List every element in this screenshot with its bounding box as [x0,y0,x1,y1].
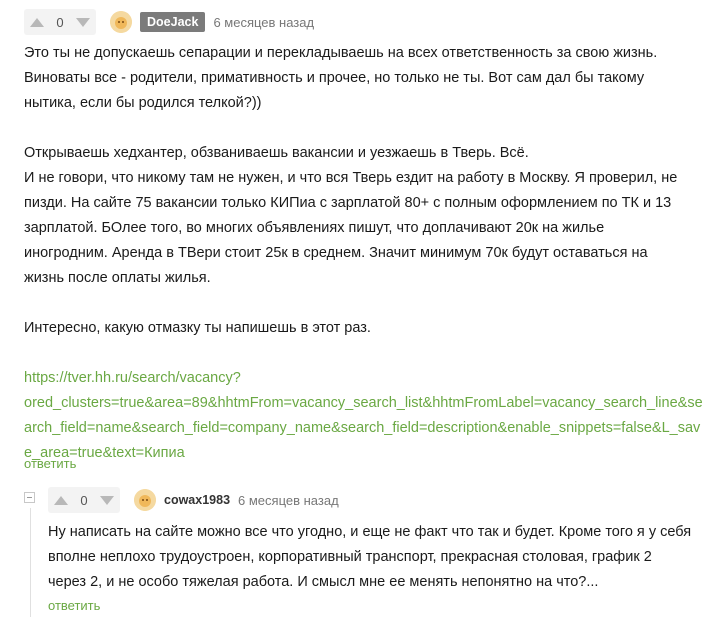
comment-text-line: иногродним. Аренда в ТВери стоит 25к в с… [24,245,648,261]
comment-2-header: 0 cowax1983 6 месяцев назад [48,487,339,513]
author-name[interactable]: DoeJack [140,12,206,32]
downvote-icon[interactable] [99,495,114,505]
comment-text-line: через 2, и не особо тяжелая работа. И см… [48,574,599,590]
comment-text-line: нытика, если бы родился телкой?)) [24,95,262,111]
comment-text-line: вполне неплохо трудоустроен, корпоративн… [48,549,652,565]
author-name[interactable]: cowax1983 [164,493,230,507]
comment-text-line: пизди. На сайте 75 вакансии только КИПиа… [24,195,672,211]
comment-text-line: Виноваты все - родители, примативность и… [24,70,645,86]
comment-1-header: 0 DoeJack 6 месяцев назад [24,9,314,35]
thread-line [30,508,31,617]
comment-text-line: жизнь после оплаты жилья. [24,270,211,286]
vote-box: 0 [24,9,96,35]
vacancy-link-line[interactable]: ored_clusters=true&area=89&hhtmFrom=vaca… [24,391,703,416]
reply-button[interactable]: ответить [48,598,100,613]
collapse-icon[interactable] [24,492,35,503]
comment-text-line: Интересно, какую отмазку ты напишешь в э… [24,320,371,336]
comment-time[interactable]: 6 месяцев назад [238,493,339,508]
avatar-icon[interactable] [134,489,156,511]
upvote-icon[interactable] [30,17,44,27]
vote-box: 0 [48,487,120,513]
vacancy-link-line[interactable]: https://tver.hh.ru/search/vacancy? [24,366,703,391]
comment-text-line: Ну написать на сайте можно все что угодн… [48,524,692,540]
comment-2-body: Ну написать на сайте можно все что угодн… [48,520,691,595]
comment-text-line: зарплатой. БОлее того, во многих объявле… [24,220,605,236]
comment-text-line: Это ты не допускаешь сепарации и перекла… [24,45,658,61]
vote-count: 0 [56,14,64,30]
vacancy-link-line[interactable]: e_area=true&text=Кипиа [24,441,703,466]
comment-time[interactable]: 6 месяцев назад [213,15,314,30]
vacancy-link-line[interactable]: arch_field=name&search_field=company_nam… [24,416,703,441]
comment-1-body: Это ты не допускаешь сепарации и перекла… [24,41,703,466]
comment-text-line: Открываешь хедхантер, обзваниваешь вакан… [24,145,529,161]
comment-text-line: И не говори, что никому там не нужен, и … [24,170,678,186]
vote-count: 0 [80,492,88,508]
avatar-icon[interactable] [110,11,132,33]
upvote-icon[interactable] [54,495,68,505]
reply-button[interactable]: ответить [24,456,76,471]
downvote-icon[interactable] [75,17,90,27]
